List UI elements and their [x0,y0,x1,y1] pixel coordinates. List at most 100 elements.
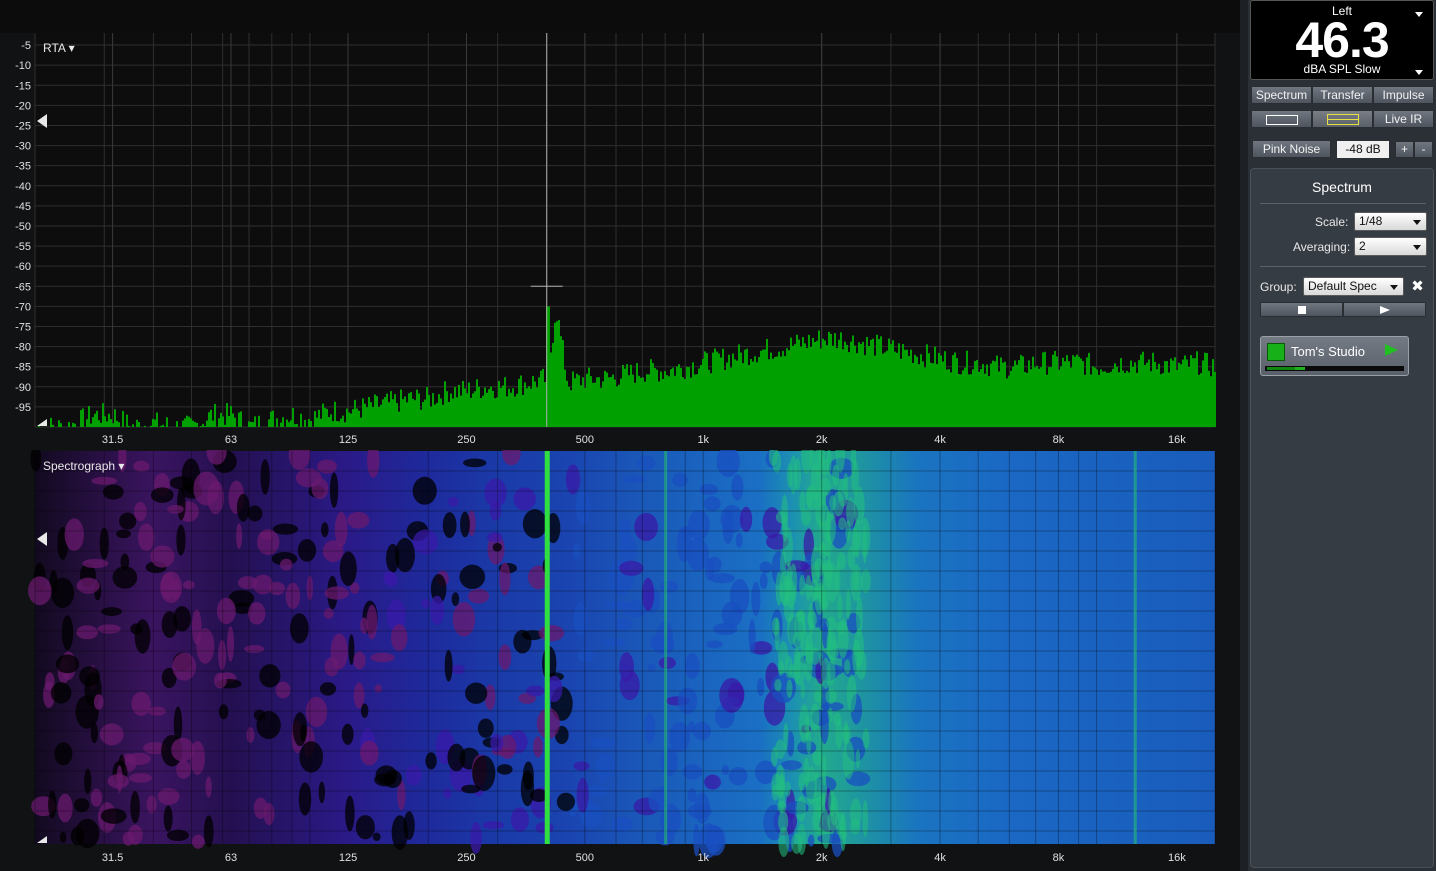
rta-bar [464,388,466,427]
averaging-label: Averaging: [1293,240,1351,254]
rta-bar [336,420,338,427]
channel-dropdown-icon[interactable] [1415,12,1423,17]
spectrograph-cell [93,694,104,710]
rta-bar [102,403,104,427]
rta-bar [1020,354,1022,427]
rta-bar [570,390,572,427]
rta-bar [68,422,70,427]
rta-menu[interactable]: RTA ▾ [43,41,75,55]
rta-bar [544,382,546,427]
rta-bar [1018,360,1020,427]
rta-bar [890,344,892,427]
rta-bar [668,376,670,427]
rta-bar [674,375,676,427]
rta-bar [1182,359,1184,427]
rta-bar [90,423,92,427]
rta-bar [1044,351,1046,427]
level-plus-button[interactable]: + [1395,141,1414,158]
rta-bar [922,361,924,427]
measurement-card[interactable]: Tom's Studio [1260,336,1409,376]
split-view-button[interactable] [1312,110,1373,128]
units-dropdown-icon[interactable] [1415,70,1423,75]
averaging-select[interactable]: 2 [1354,237,1427,256]
rta-bar [462,380,464,427]
spectrograph-cell [119,512,137,530]
rta-bar [802,337,804,427]
rta-bar [752,361,754,427]
rta-bar [686,366,688,427]
rta-bar [126,414,128,427]
rta-y-tick-label: -5 [21,40,31,52]
group-select[interactable]: Default Spec [1303,277,1404,296]
rta-bar [382,399,384,427]
stop-icon [1298,306,1306,314]
rta-bar [1212,359,1214,427]
tab-transfer[interactable]: Transfer [1312,86,1373,104]
pink-noise-button[interactable]: Pink Noise [1252,140,1331,158]
spectrograph-cell [107,774,130,789]
live-ir-button[interactable]: Live IR [1373,110,1434,128]
rta-bar [978,371,980,427]
rta-bar [186,415,188,427]
single-view-button[interactable] [1251,110,1312,128]
rta-bar [830,333,832,427]
spectrograph-cell [391,815,409,850]
rta-bar [608,377,610,427]
spectrograph-menu[interactable]: Spectrograph ▾ [43,459,124,473]
rta-bar [424,399,426,427]
tools-icon[interactable]: ✖ [1409,278,1426,295]
spectrograph-chart[interactable]: 31.5 63 125 250 500 1k 2k 4k 8k 16k [0,450,1240,871]
rta-bar [82,408,84,427]
rta-bar [748,364,750,427]
rta-bar [252,422,254,427]
rta-bar [1172,360,1174,427]
rta-bar [330,414,332,427]
rta-bar [924,367,926,427]
rta-bar [362,398,364,427]
measurement-color-swatch[interactable] [1267,343,1285,361]
rta-bar [240,411,242,427]
spectrograph-cell [828,789,836,817]
rta-bar [684,379,686,427]
rta-bar [728,354,730,427]
rta-bar [848,352,850,427]
rta-bar [862,341,864,427]
spectrograph-cell [798,772,806,791]
level-minus-button[interactable]: - [1414,141,1433,158]
rta-bar [394,394,396,427]
rta-bar [792,345,794,427]
rta-bar [952,355,954,427]
rta-bar [1136,372,1138,427]
rta-bar [652,363,654,427]
rta-bar [368,396,370,427]
rta-bar [988,376,990,427]
rta-bar [422,402,424,427]
rta-chart[interactable]: -5 -10 -15 -20 -25 -30 -35 -40 -45 -50 -55 -60 -65 -7… [0,0,1240,450]
spl-meter[interactable]: Left 46.3 dBA SPL Slow [1250,0,1434,80]
spectrograph-cell [811,560,820,586]
generator-level[interactable]: -48 dB [1337,141,1389,158]
spectrograph-cell [843,472,849,489]
rta-bar [836,348,838,427]
scale-select[interactable]: 1/48 [1354,212,1427,231]
tab-impulse[interactable]: Impulse [1373,86,1434,104]
rta-bar [388,402,390,427]
play-icon[interactable] [1385,344,1398,356]
spectrograph-cell [133,460,150,472]
spectrograph-cell [459,564,486,590]
spectrograph-cell [852,639,861,675]
rta-bar [334,401,336,427]
rta-bar [296,423,298,427]
rta-bar [1006,378,1008,427]
play-button[interactable] [1343,302,1426,317]
stop-button[interactable] [1260,302,1343,317]
rta-bar [512,388,514,427]
rta-bar [892,340,894,427]
rta-bar [184,418,186,427]
rta-x-tick-label: 500 [576,434,594,446]
rta-bar [1194,358,1196,427]
rta-bar [814,341,816,427]
spectrograph-cell [721,764,730,776]
tab-spectrum[interactable]: Spectrum [1251,86,1312,104]
spectrograph-cell [54,742,73,766]
